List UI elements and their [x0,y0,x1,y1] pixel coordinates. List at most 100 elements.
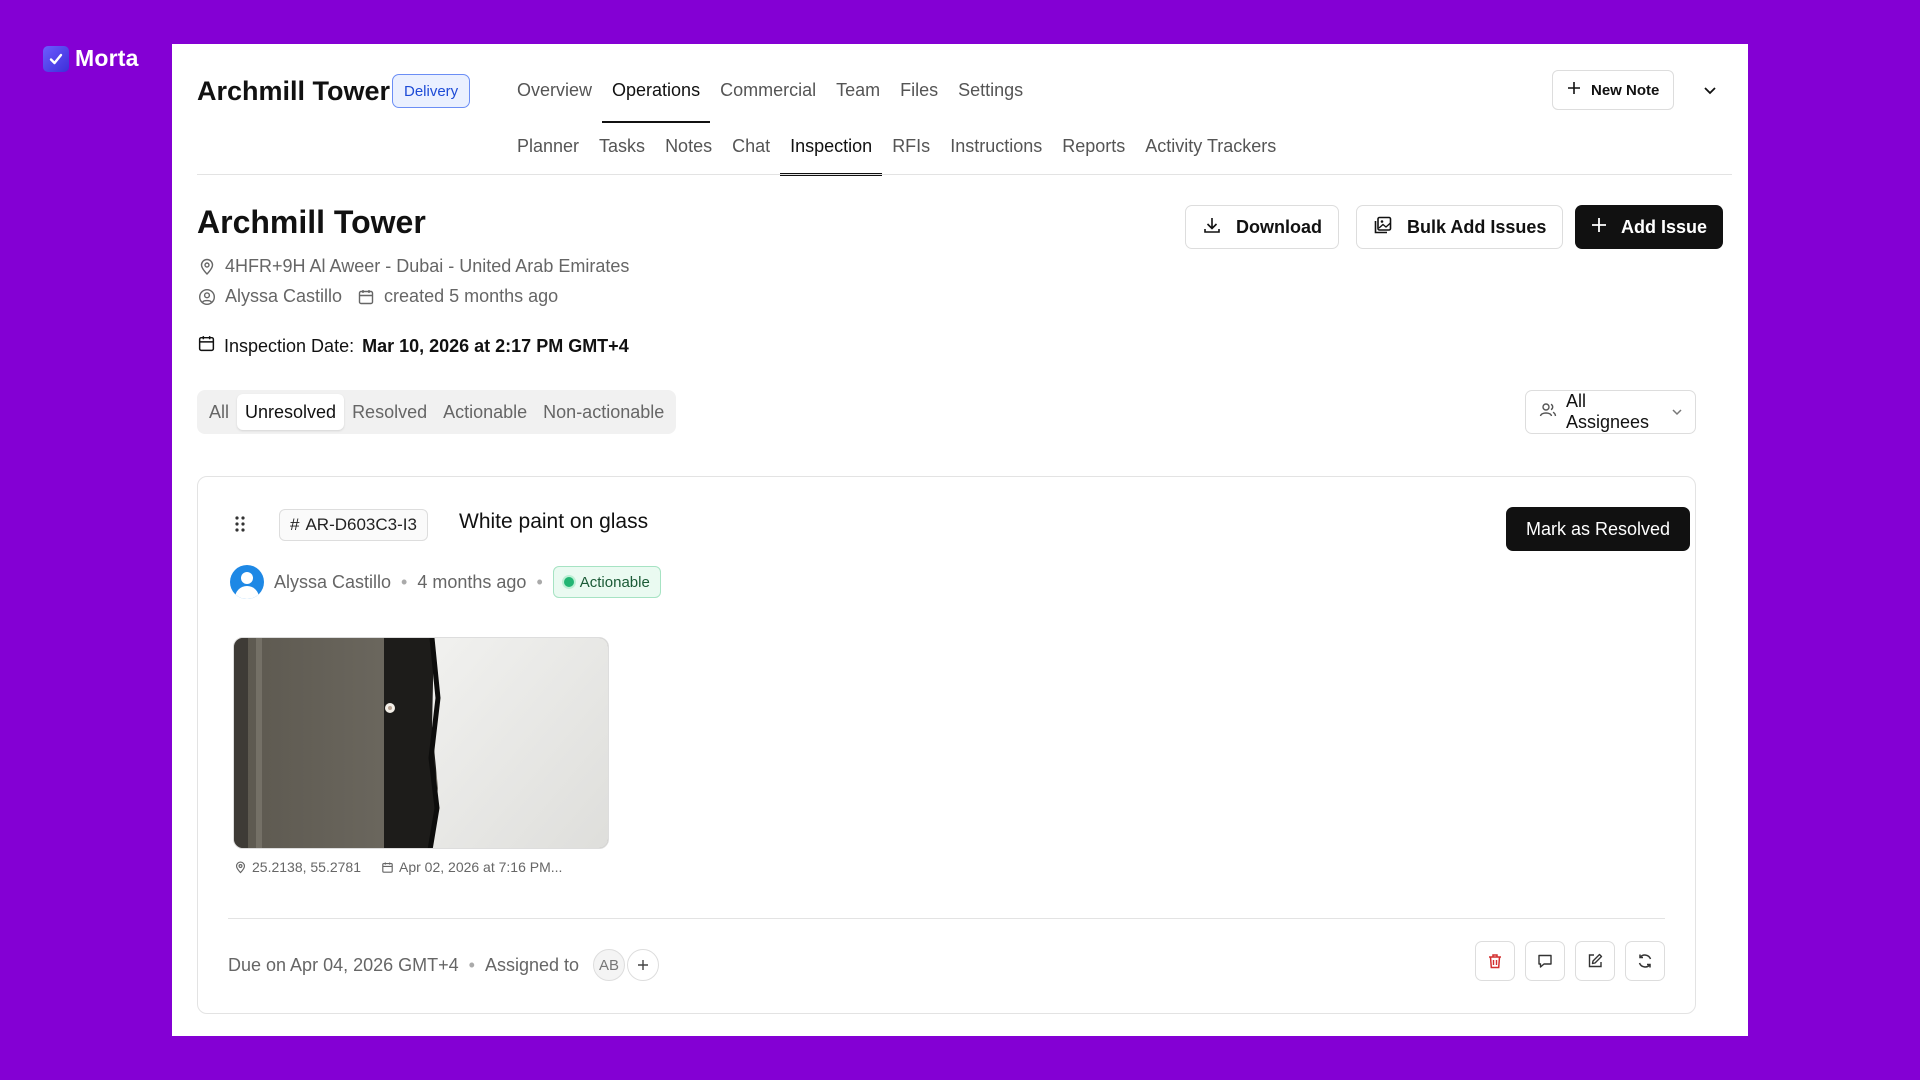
tab-commercial[interactable]: Commercial [710,80,826,122]
issue-title: White paint on glass [459,510,649,533]
status-badge: Actionable [552,566,661,598]
map-pin-icon [235,861,246,873]
sub-nav: Planner Tasks Notes Chat Inspection RFIs… [507,136,1286,176]
project-title: Archmill Tower [197,76,391,106]
filter-non-actionable[interactable]: Non-actionable [535,394,672,430]
calendar-icon [382,861,393,873]
due-date: Due on Apr 04, 2026 GMT+4 [228,954,459,975]
tab-operations[interactable]: Operations [602,80,711,123]
new-note-label: New Note [1591,81,1660,99]
download-label: Download [1236,216,1322,237]
stage-badge: Delivery [392,74,471,108]
assignees-dropdown[interactable]: All Assignees [1525,390,1696,434]
issue-footer: Due on Apr 04, 2026 GMT+4 • Assigned to … [228,949,660,981]
card-divider [228,918,1665,919]
filter-all[interactable]: All [201,394,237,430]
tab-settings[interactable]: Settings [948,80,1033,122]
photo-location: 25.2138, 55.2781 [234,859,361,875]
issue-time: 4 months ago [417,571,527,592]
issue-meta: Alyssa Castillo • 4 months ago • Actiona… [230,565,661,599]
subtab-notes[interactable]: Notes [655,136,722,176]
filter-unresolved[interactable]: Unresolved [237,394,345,430]
add-assignee-button[interactable] [627,949,660,981]
delete-button[interactable] [1475,941,1515,981]
page-title: Archmill Tower [197,204,426,240]
subtab-rfis[interactable]: RFIs [882,136,940,176]
author-name: Alyssa Castillo [225,286,343,306]
comment-icon [1538,954,1552,968]
issue-id: AR-D603C3-I3 [305,515,417,534]
images-icon [1373,215,1393,240]
header-divider [197,174,1732,175]
tab-overview[interactable]: Overview [507,80,602,122]
add-issue-button[interactable]: Add Issue [1575,205,1724,249]
issue-filter-tabs: All Unresolved Resolved Actionable Non-a… [197,390,677,434]
plus-icon [1591,217,1607,238]
edit-button[interactable] [1575,941,1615,981]
location-text: 4HFR+9H Al Aweer - Dubai - United Arab E… [225,256,630,276]
trash-icon [1489,954,1501,969]
issue-card: # AR-D603C3-I3 White paint on glass Mark… [197,476,1696,1014]
author-line: Alyssa Castillo created 5 months ago [197,286,558,307]
separator-dot: • [468,954,475,975]
download-icon [1202,215,1222,240]
hash-icon: # [290,515,300,534]
edit-icon [1588,953,1603,968]
brand-name: Morta [75,45,139,71]
separator-dot: • [536,571,543,592]
issue-author: Alyssa Castillo [274,571,392,592]
inspection-date: Inspection Date: Mar 10, 2026 at 2:17 PM… [197,334,629,358]
drag-handle-icon[interactable] [234,515,246,538]
status-label: Actionable [579,573,650,591]
created-text: created 5 months ago [384,286,559,306]
subtab-inspection[interactable]: Inspection [780,136,883,176]
assigned-label: Assigned to [484,954,580,975]
assignee-avatar[interactable]: AB [593,949,626,981]
photo-date-text: Apr 02, 2026 at 7:16 PM... [399,859,563,875]
calendar-icon [197,334,216,358]
status-dot-icon [563,577,574,587]
comment-button[interactable] [1525,941,1565,981]
morta-logo-icon [43,45,69,72]
refresh-icon [1638,954,1652,968]
bulk-add-issues-button[interactable]: Bulk Add Issues [1356,205,1564,249]
photo-coords: 25.2138, 55.2781 [252,859,361,875]
tab-files[interactable]: Files [890,80,948,122]
issue-actions [1475,941,1665,981]
chevron-down-icon[interactable] [1696,76,1724,104]
location-line: 4HFR+9H Al Aweer - Dubai - United Arab E… [197,256,629,277]
mark-as-resolved-button[interactable]: Mark as Resolved [1506,507,1691,551]
subtab-chat[interactable]: Chat [722,136,780,176]
bulk-add-label: Bulk Add Issues [1407,216,1547,237]
subtab-activity-trackers[interactable]: Activity Trackers [1135,136,1286,176]
separator-dot: • [401,571,408,592]
subtab-reports[interactable]: Reports [1052,136,1135,176]
user-circle-icon [197,287,217,307]
chevron-down-icon [1671,402,1683,423]
issue-id-badge: # AR-D603C3-I3 [279,509,428,541]
photo-date: Apr 02, 2026 at 7:16 PM... [381,859,562,875]
avatar [230,565,264,599]
filter-resolved[interactable]: Resolved [344,394,435,430]
map-pin-icon [197,257,217,277]
inspection-date-value: Mar 10, 2026 at 2:17 PM GMT+4 [362,335,629,356]
issue-photo[interactable] [233,637,609,849]
app-window: Archmill Tower Delivery Overview Operati… [172,44,1748,1036]
calendar-icon [356,287,376,307]
new-note-button[interactable]: New Note [1552,70,1675,110]
assignees-label: All Assignees [1566,391,1650,432]
subtab-planner[interactable]: Planner [507,136,589,176]
top-nav: Overview Operations Commercial Team File… [507,80,1033,123]
inspection-date-label: Inspection Date: [224,335,355,356]
add-issue-label: Add Issue [1621,216,1708,237]
photo-meta: 25.2138, 55.2781 Apr 02, 2026 at 7:16 PM… [234,859,562,875]
subtab-instructions[interactable]: Instructions [940,136,1052,176]
tab-team[interactable]: Team [826,80,890,122]
download-button[interactable]: Download [1185,205,1339,249]
plus-icon [1567,81,1581,99]
filter-actionable[interactable]: Actionable [435,394,535,430]
refresh-button[interactable] [1625,941,1665,981]
brand-logo[interactable]: Morta [43,45,139,72]
plus-icon [638,960,649,970]
subtab-tasks[interactable]: Tasks [589,136,655,176]
